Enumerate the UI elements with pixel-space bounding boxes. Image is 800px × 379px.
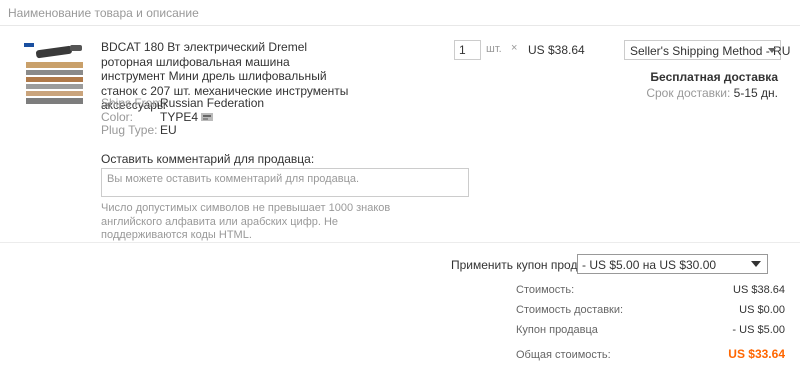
free-shipping-label: Бесплатная доставка (650, 70, 778, 84)
attr-value: EU (160, 123, 177, 137)
attr-key: Color: (101, 109, 134, 124)
multiply-sign: × (511, 42, 518, 54)
quantity-input[interactable] (454, 40, 481, 60)
shipping-cost-label: Стоимость доставки: (516, 304, 624, 316)
coupon-discount-label: Купон продавца (516, 324, 598, 336)
coupon-select[interactable]: - US $5.00 на US $30.00 (577, 254, 768, 274)
delivery-time-value: 5-15 дн. (733, 86, 778, 100)
coupon-select-value: - US $5.00 на US $30.00 (582, 258, 717, 272)
attr-ships-from: Ships From:Russian Federation (101, 96, 265, 111)
total-value: US $33.64 (728, 347, 785, 361)
chevron-down-icon (768, 48, 776, 53)
attr-key: Plug Type: (101, 123, 158, 137)
subtotal-label: Стоимость: (516, 284, 575, 296)
attr-plug-type: Plug Type: EU (101, 123, 264, 138)
delivery-time-label: Срок доставки: (646, 86, 731, 100)
total-label: Общая стоимость: (516, 349, 611, 361)
product-thumbnail[interactable] (22, 40, 87, 108)
caret-down-icon (751, 261, 761, 267)
attr-value: Russian Federation (160, 96, 265, 110)
attr-color: Color: TYPE4 (101, 109, 264, 125)
unit-price: US $38.64 (528, 43, 585, 57)
color-swatch-icon (201, 112, 214, 122)
comment-hint: Число допустимых символов не превышает 1… (101, 202, 391, 241)
shipping-method-select[interactable]: Seller's Shipping Method - RU (624, 40, 790, 60)
product-attributes: Ships From:Russian Federation Color: TYPE… (101, 96, 265, 138)
attr-key: Ships From: (101, 96, 166, 110)
delivery-time: Срок доставки: 5-15 дн. (646, 86, 778, 100)
comment-label: Оставить комментарий для продавца: (101, 152, 315, 166)
shipping-method-value: Seller's Shipping Method - RU (630, 44, 791, 58)
shipping-cost-value: US $0.00 (739, 304, 785, 316)
divider (0, 242, 800, 243)
section-header: Наименование товара и описание (0, 0, 800, 26)
seller-comment-field[interactable] (101, 168, 469, 197)
product-image-icon (22, 40, 87, 108)
attr-value: TYPE4 (160, 109, 199, 124)
subtotal-value: US $38.64 (733, 284, 785, 296)
section-title: Наименование товара и описание (8, 6, 199, 20)
quantity-unit: шт. (486, 43, 502, 55)
coupon-discount-value: - US $5.00 (732, 324, 785, 336)
